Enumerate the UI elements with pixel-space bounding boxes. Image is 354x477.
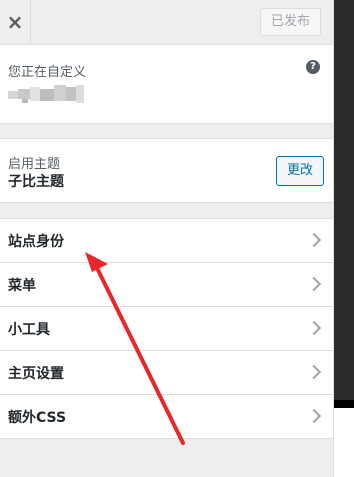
publish-button[interactable]: 已发布	[259, 8, 321, 36]
section-label: 额外CSS	[8, 410, 67, 426]
section-additional-css[interactable]: 额外CSS	[0, 395, 333, 439]
section-site-identity[interactable]: 站点身份	[0, 218, 333, 263]
chevron-right-icon	[306, 364, 322, 380]
customizing-label: 您正在自定义	[8, 65, 87, 80]
preview-divider	[334, 400, 354, 408]
preview-light-area	[334, 408, 354, 477]
section-label: 小工具	[8, 322, 50, 338]
close-button[interactable]: ×	[0, 0, 31, 44]
help-icon[interactable]: ?	[306, 60, 320, 74]
section-label: 菜单	[8, 278, 36, 294]
customizer-panel: × 已发布 您正在自定义 ? 启用主题 子比主题 更改 站点身份 菜单 小工具 …	[0, 0, 334, 477]
change-theme-button[interactable]: 更改	[276, 156, 324, 186]
customizer-header: × 已发布	[0, 0, 333, 45]
customize-info: 您正在自定义 ?	[0, 45, 333, 124]
chevron-right-icon	[306, 408, 322, 424]
site-preview	[334, 0, 354, 477]
section-list: 站点身份 菜单 小工具 主页设置 额外CSS	[0, 218, 333, 439]
theme-name: 子比主题	[8, 174, 64, 190]
close-icon: ×	[6, 10, 24, 34]
chevron-right-icon	[306, 232, 322, 248]
section-widgets[interactable]: 小工具	[0, 307, 333, 351]
preview-dark-area	[334, 0, 354, 400]
chevron-right-icon	[306, 320, 322, 336]
active-theme-label: 启用主题	[8, 157, 61, 172]
chevron-right-icon	[306, 276, 322, 292]
active-theme-section: 启用主题 子比主题 更改	[0, 138, 333, 203]
section-label: 站点身份	[8, 234, 64, 250]
section-label: 主页设置	[8, 366, 64, 382]
site-name-blurred	[8, 85, 84, 105]
section-menus[interactable]: 菜单	[0, 263, 333, 307]
section-homepage-settings[interactable]: 主页设置	[0, 351, 333, 395]
